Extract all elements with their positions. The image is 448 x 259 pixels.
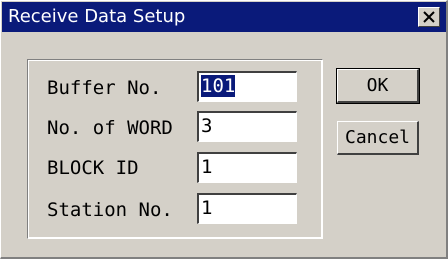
block-id-value: 1 xyxy=(201,156,213,178)
buffer-no-field[interactable]: 101 xyxy=(197,71,297,102)
block-id-label: BLOCK ID xyxy=(47,157,139,179)
ok-button[interactable]: OK xyxy=(336,68,420,104)
title-bar[interactable]: Receive Data Setup xyxy=(2,2,446,32)
block-id-field[interactable]: 1 xyxy=(197,152,297,183)
close-icon xyxy=(423,11,435,23)
no-of-word-value: 3 xyxy=(201,115,213,137)
station-no-value: 1 xyxy=(201,197,213,219)
dialog-window: Receive Data Setup Buffer No. 101 No. of… xyxy=(0,0,448,259)
window-title: Receive Data Setup xyxy=(8,6,186,27)
no-of-word-label: No. of WORD xyxy=(47,117,173,139)
close-button[interactable] xyxy=(418,7,440,27)
no-of-word-field[interactable]: 3 xyxy=(197,111,297,142)
station-no-label: Station No. xyxy=(47,199,173,221)
cancel-button[interactable]: Cancel xyxy=(337,121,419,155)
buffer-no-label: Buffer No. xyxy=(47,77,162,99)
station-no-field[interactable]: 1 xyxy=(197,193,297,224)
buffer-no-value: 101 xyxy=(201,75,236,97)
